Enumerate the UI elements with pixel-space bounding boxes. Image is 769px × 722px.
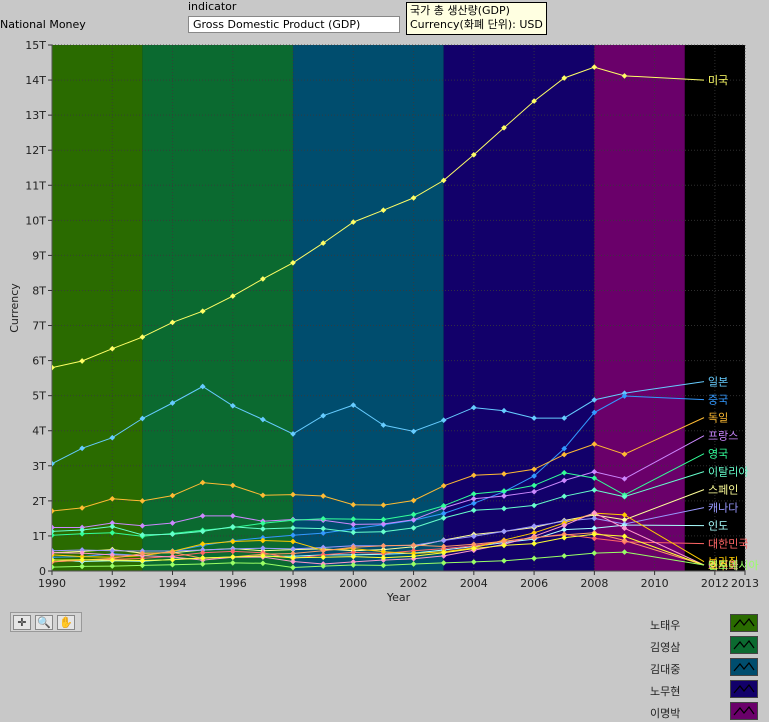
- zoom-icon[interactable]: 🔍: [35, 615, 53, 630]
- x-tick-label: 2013: [731, 577, 759, 590]
- legend-item[interactable]: 노태우: [646, 614, 762, 634]
- x-axis-label: Year: [386, 591, 411, 604]
- window-title: National Money: [0, 18, 86, 31]
- y-tick-label: 1T: [32, 530, 46, 543]
- x-tick-label: 2012: [701, 577, 729, 590]
- x-tick-label: 2006: [520, 577, 548, 590]
- y-tick-label: 15T: [25, 39, 46, 52]
- x-tick-label: 2010: [641, 577, 669, 590]
- legend-label: 노무현: [650, 685, 681, 698]
- y-tick-label: 2T: [32, 495, 46, 508]
- legend-item[interactable]: 김대중: [646, 658, 762, 678]
- gdp-chart: 01T2T3T4T5T6T7T8T9T10T11T12T13T14T15T199…: [8, 39, 759, 604]
- band-3: [293, 45, 444, 571]
- line-label: 이탈리아: [708, 466, 748, 479]
- line-label: 영국: [708, 448, 728, 461]
- line-label: 스페인: [708, 484, 738, 497]
- pan-hand-icon[interactable]: ✋: [57, 615, 75, 630]
- indicator-field[interactable]: Gross Domestic Product (GDP): [188, 16, 400, 33]
- y-tick-label: 14T: [25, 74, 46, 87]
- line-label: 인도네시아: [708, 559, 759, 572]
- crosshair-icon[interactable]: ✛: [13, 615, 31, 630]
- legend-item[interactable]: 노무현: [646, 680, 762, 700]
- band-2: [142, 45, 294, 571]
- line-label: 독일: [708, 411, 728, 425]
- legend-label: 김대중: [650, 663, 681, 676]
- y-tick-label: 10T: [25, 214, 46, 227]
- line-label: 캐나다: [708, 502, 738, 515]
- y-tick-label: 8T: [32, 284, 46, 297]
- y-tick-label: 13T: [25, 109, 46, 122]
- x-tick-label: 2002: [400, 577, 428, 590]
- x-tick-label: 1998: [279, 577, 307, 590]
- legend-label: 노태우: [650, 619, 681, 632]
- y-axis-label: Currency: [8, 283, 21, 333]
- legend-item[interactable]: 김영삼: [646, 636, 762, 656]
- legend-item[interactable]: 이명박: [646, 702, 762, 722]
- legend-swatch: [730, 680, 758, 698]
- x-tick-label: 2004: [460, 577, 488, 590]
- x-tick-label: 2008: [580, 577, 608, 590]
- x-tick-label: 1996: [219, 577, 247, 590]
- y-tick-label: 6T: [32, 355, 46, 368]
- line-label: 미국: [708, 74, 728, 87]
- y-tick-label: 4T: [32, 425, 46, 438]
- y-tick-label: 12T: [25, 144, 46, 157]
- tooltip: 국가 총 생산량(GDP) Currency(화폐 단위): USD: [406, 2, 547, 35]
- x-tick-label: 1990: [38, 577, 66, 590]
- legend-swatch: [730, 636, 758, 654]
- tooltip-line-2: Currency(화폐 단위): USD: [410, 18, 543, 31]
- legend-swatch: [730, 658, 758, 676]
- y-tick-label: 9T: [32, 249, 46, 262]
- line-label: 중국: [708, 394, 728, 407]
- legend-label: 김영삼: [650, 641, 681, 654]
- legend-label: 이명박: [650, 707, 681, 720]
- x-tick-label: 1994: [159, 577, 187, 590]
- leader-line: [624, 524, 705, 527]
- legend-swatch: [730, 702, 758, 720]
- legend-swatch: [730, 614, 758, 632]
- y-tick-label: 5T: [32, 390, 46, 403]
- line-label: 인도: [708, 520, 728, 533]
- y-tick-label: 11T: [25, 179, 46, 192]
- y-tick-label: 7T: [32, 320, 46, 333]
- graph-palette: ✛ 🔍 ✋: [10, 612, 82, 632]
- band-4: [443, 45, 595, 571]
- band-1: [52, 45, 143, 571]
- tooltip-line-1: 국가 총 생산량(GDP): [410, 4, 510, 17]
- y-tick-label: 3T: [32, 460, 46, 473]
- line-label: 대한민국: [708, 538, 748, 551]
- line-label: 프랑스: [708, 430, 738, 443]
- x-tick-label: 2000: [339, 577, 367, 590]
- x-tick-label: 1992: [98, 577, 126, 590]
- line-label: 일본: [708, 375, 728, 389]
- indicator-caption: indicator: [188, 0, 237, 13]
